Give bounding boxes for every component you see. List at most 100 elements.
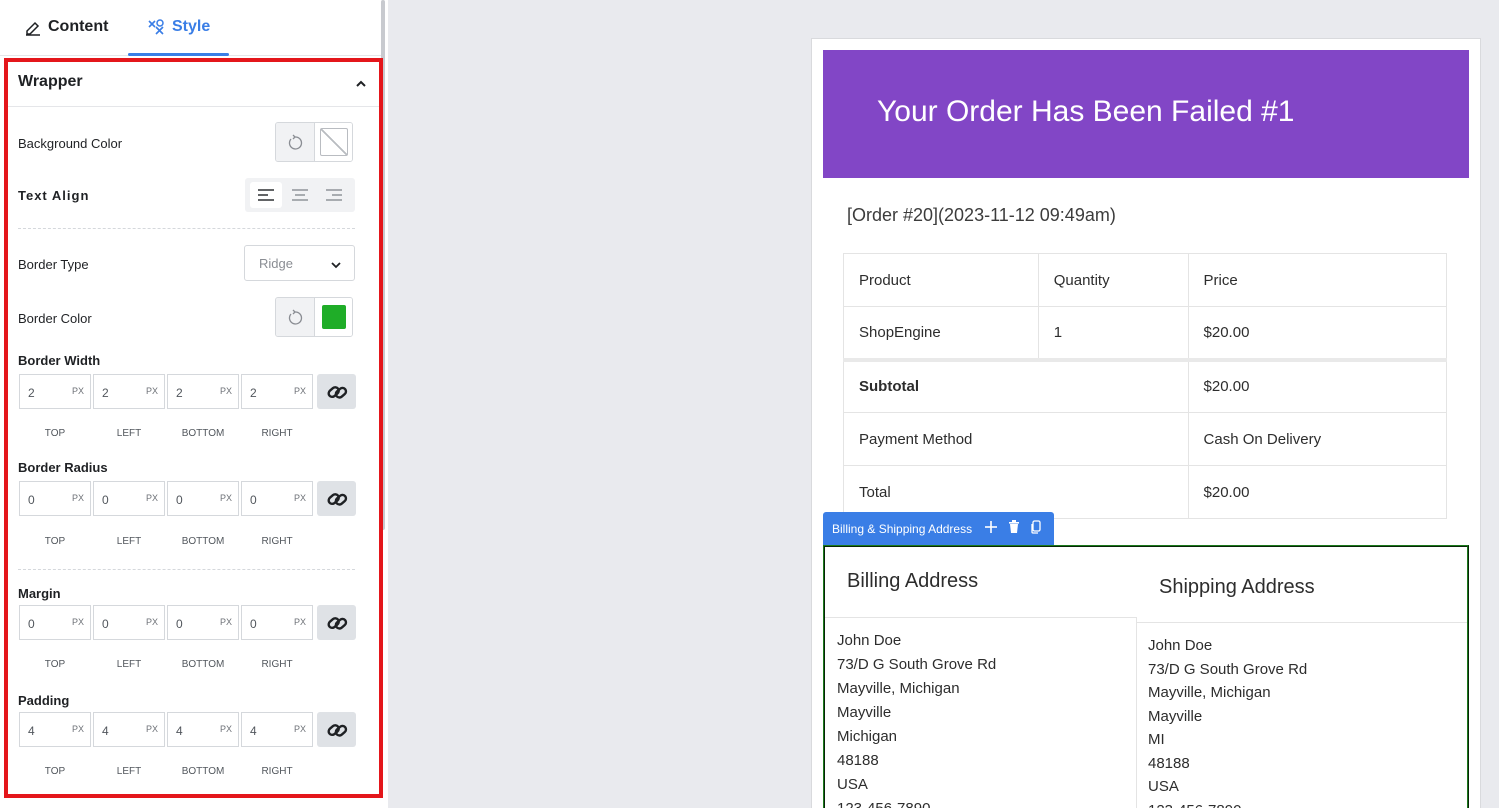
address-line: 123-456-7890 [1148, 799, 1307, 808]
address-line: 48188 [1148, 754, 1190, 772]
padding-left-input[interactable]: 4 PX [93, 712, 165, 747]
background-color-label: Background Color [18, 136, 123, 151]
address-line: Mayville, Michigan [1148, 684, 1271, 701]
table-row: Total $20.00 [843, 465, 1448, 519]
table-cell: Quantity [1037, 253, 1189, 307]
border-color-label: Border Color [18, 311, 92, 326]
tab-style-label: Style [172, 18, 211, 35]
address-line: 123-456-7890 [837, 797, 996, 808]
table-cell: $20.00 [1187, 465, 1448, 519]
address-line: 48188 [837, 752, 879, 769]
border-radius-bottom-input[interactable]: 0 PX [167, 481, 239, 516]
order-line: [Order #20](2023-11-12 09:49am) [847, 205, 1116, 225]
table-row: Product Quantity Price [843, 253, 1448, 307]
text-align-group [245, 178, 355, 212]
section-title: Wrapper [18, 73, 83, 90]
reset-icon[interactable] [276, 298, 314, 336]
address-line: Michigan [837, 728, 898, 745]
email-header-title: Your Order Has Been Failed #1 [877, 95, 1295, 128]
panel-tabs: Content Style [0, 0, 381, 56]
border-type-select[interactable]: Ridge [244, 245, 355, 281]
address-line: USA [837, 776, 868, 793]
margin-bottom-input[interactable]: 0 PX [167, 605, 239, 640]
chevron-up-icon[interactable] [355, 76, 367, 94]
table-cell: Product [843, 253, 1039, 307]
tab-content[interactable]: Content [24, 18, 108, 36]
border-width-side-labels: TOP LEFT BOTTOM RIGHT [44, 428, 293, 439]
text-align-label: Text Align [18, 188, 90, 203]
margin-inputs: 0 PX 0 PX 0 PX 0 PX [19, 605, 356, 640]
margin-left-input[interactable]: 0 PX [93, 605, 165, 640]
border-radius-left-input[interactable]: 0 PX [93, 481, 165, 516]
table-cell: 1 [1037, 306, 1189, 360]
border-radius-side-labels: TOP LEFT BOTTOM RIGHT [44, 536, 293, 547]
link-icon[interactable] [317, 712, 356, 747]
tab-content-label: Content [48, 18, 109, 35]
tab-style[interactable]: Style [146, 18, 210, 36]
link-icon[interactable] [317, 481, 356, 516]
palette-icon [146, 18, 166, 36]
divider [18, 569, 355, 570]
background-color-swatch[interactable] [314, 123, 352, 161]
align-right-icon[interactable] [318, 182, 350, 208]
email-header[interactable]: Your Order Has Been Failed #1 [823, 50, 1469, 178]
table-cell: ShopEngine [843, 306, 1039, 360]
padding-right-input[interactable]: 4 PX [241, 712, 313, 747]
address-line: Mayville [837, 704, 892, 721]
padding-top-input[interactable]: 4 PX [19, 712, 91, 747]
billing-address-title: Billing Address [847, 570, 979, 592]
widget-tag-label[interactable]: Billing & Shipping Address [832, 522, 972, 536]
border-width-bottom-input[interactable]: 2 PX [167, 374, 239, 409]
address-line: Mayville [1148, 707, 1203, 725]
border-radius-inputs: 0 PX 0 PX 0 PX 0 PX [19, 481, 356, 516]
padding-bottom-input[interactable]: 4 PX [167, 712, 239, 747]
chevron-down-icon [330, 258, 342, 273]
table-cell: $20.00 [1187, 306, 1448, 360]
align-center-icon[interactable] [284, 182, 316, 208]
wrapper-section-header[interactable]: Wrapper [8, 62, 379, 107]
shipping-address-lines: John Doe 73/D G South Grove Rd Mayville,… [1148, 634, 1307, 808]
active-tab-indicator [128, 53, 229, 56]
border-width-left-input[interactable]: 2 PX [93, 374, 165, 409]
plus-icon[interactable] [984, 520, 998, 537]
link-icon[interactable] [317, 374, 356, 409]
address-line: USA [1148, 778, 1179, 795]
widget-toolbar: Billing & Shipping Address [823, 512, 1055, 545]
border-radius-top-input[interactable]: 0 PX [19, 481, 91, 516]
trash-icon[interactable] [1008, 520, 1020, 537]
divider [825, 617, 1136, 618]
pencil-icon [24, 18, 42, 36]
padding-label: Padding [18, 693, 70, 708]
padding-inputs: 4 PX 4 PX 4 PX 4 PX [19, 712, 356, 747]
address-line: Mayville, Michigan [837, 680, 960, 697]
table-cell: Subtotal [843, 357, 1189, 413]
address-line: John Doe [1148, 637, 1213, 654]
border-radius-right-input[interactable]: 0 PX [241, 481, 313, 516]
reset-icon[interactable] [276, 123, 314, 161]
table-cell: Payment Method [843, 412, 1189, 466]
border-color-control [275, 297, 353, 337]
green-swatch [321, 305, 346, 329]
margin-top-input[interactable]: 0 PX [19, 605, 91, 640]
margin-right-input[interactable]: 0 PX [241, 605, 313, 640]
empty-swatch-icon [319, 128, 348, 156]
divider [1136, 622, 1467, 623]
order-table: Product Quantity Price ShopEngine 1 $20.… [843, 253, 1448, 519]
link-icon[interactable] [317, 605, 356, 640]
table-row: Payment Method Cash On Delivery [843, 412, 1448, 466]
border-type-value: Ridge [259, 255, 293, 271]
border-color-swatch[interactable] [314, 298, 352, 336]
divider [18, 228, 355, 229]
table-row: ShopEngine 1 $20.00 [843, 306, 1448, 360]
address-line: 73/D G South Grove Rd [837, 656, 997, 673]
margin-side-labels: TOP LEFT BOTTOM RIGHT [44, 659, 293, 670]
duplicate-icon[interactable] [1030, 520, 1042, 537]
align-left-icon[interactable] [250, 182, 282, 208]
padding-side-labels: TOP LEFT BOTTOM RIGHT [44, 766, 293, 777]
divider [1136, 617, 1137, 808]
background-color-control [275, 122, 353, 162]
address-line: MI [1148, 731, 1165, 748]
table-cell: Price [1187, 253, 1448, 307]
border-width-right-input[interactable]: 2 PX [241, 374, 313, 409]
border-width-top-input[interactable]: 2 PX [19, 374, 91, 409]
